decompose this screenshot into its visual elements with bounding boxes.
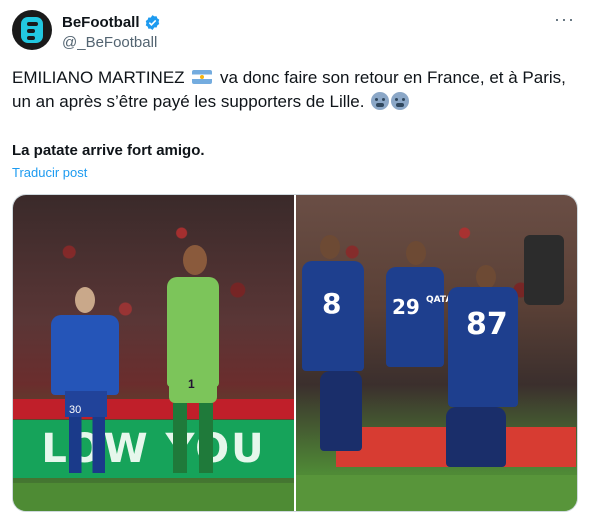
- pitch-grass: [296, 475, 577, 511]
- media-grid[interactable]: LOW YOU 30 1 8 29 QATAR 87: [12, 194, 578, 512]
- account-avatar[interactable]: [12, 10, 52, 50]
- account-handle[interactable]: @_BeFootball: [62, 34, 157, 51]
- psg-player-right: [448, 287, 518, 407]
- lille-player-number: 30: [69, 404, 82, 416]
- cold-face-icon: [391, 92, 410, 110]
- translate-link[interactable]: Traducir post: [12, 165, 87, 180]
- lille-player-legs: [69, 417, 105, 473]
- befootball-logo-icon: [21, 17, 43, 43]
- tweet-bold-line: La patate arrive fort amigo.: [12, 142, 205, 159]
- tweet-text-part1: EMILIANO MARTINEZ: [12, 68, 185, 87]
- more-options-icon[interactable]: ···: [554, 10, 575, 28]
- psg-player-head: [320, 235, 340, 259]
- psg-player-head: [476, 265, 496, 289]
- photo-goalkeeper[interactable]: LOW YOU 30 1: [13, 195, 294, 511]
- lille-player-head: [75, 287, 95, 313]
- psg-number-29: 29: [392, 295, 420, 319]
- psg-player-left-shorts: [320, 371, 362, 451]
- psg-number-8: 8: [322, 287, 342, 320]
- goalkeeper-legs: [173, 403, 213, 473]
- name-line: BeFootball: [62, 14, 161, 31]
- tweet-header: BeFootball @_BeFootball ···: [12, 10, 579, 54]
- goalkeeper-number: 1: [188, 377, 195, 391]
- goalkeeper-head: [183, 245, 207, 275]
- display-name[interactable]: BeFootball: [62, 14, 140, 31]
- photo-psg-celebration[interactable]: 8 29 QATAR 87: [296, 195, 577, 511]
- stadium-red-barrier: [13, 399, 294, 419]
- verified-badge-icon: [145, 15, 159, 30]
- advertising-board: LOW YOU: [13, 420, 294, 478]
- psg-player-head: [406, 241, 426, 265]
- tv-camera: [524, 235, 564, 305]
- argentina-flag-icon: [192, 70, 213, 84]
- psg-number-87: 87: [466, 307, 508, 342]
- pitch-grass: [13, 483, 294, 511]
- psg-players-legs: [446, 407, 506, 467]
- tweet-text: EMILIANO MARTINEZ va donc faire son reto…: [12, 66, 579, 114]
- lille-player: [51, 315, 119, 395]
- cold-face-icon: [371, 92, 390, 110]
